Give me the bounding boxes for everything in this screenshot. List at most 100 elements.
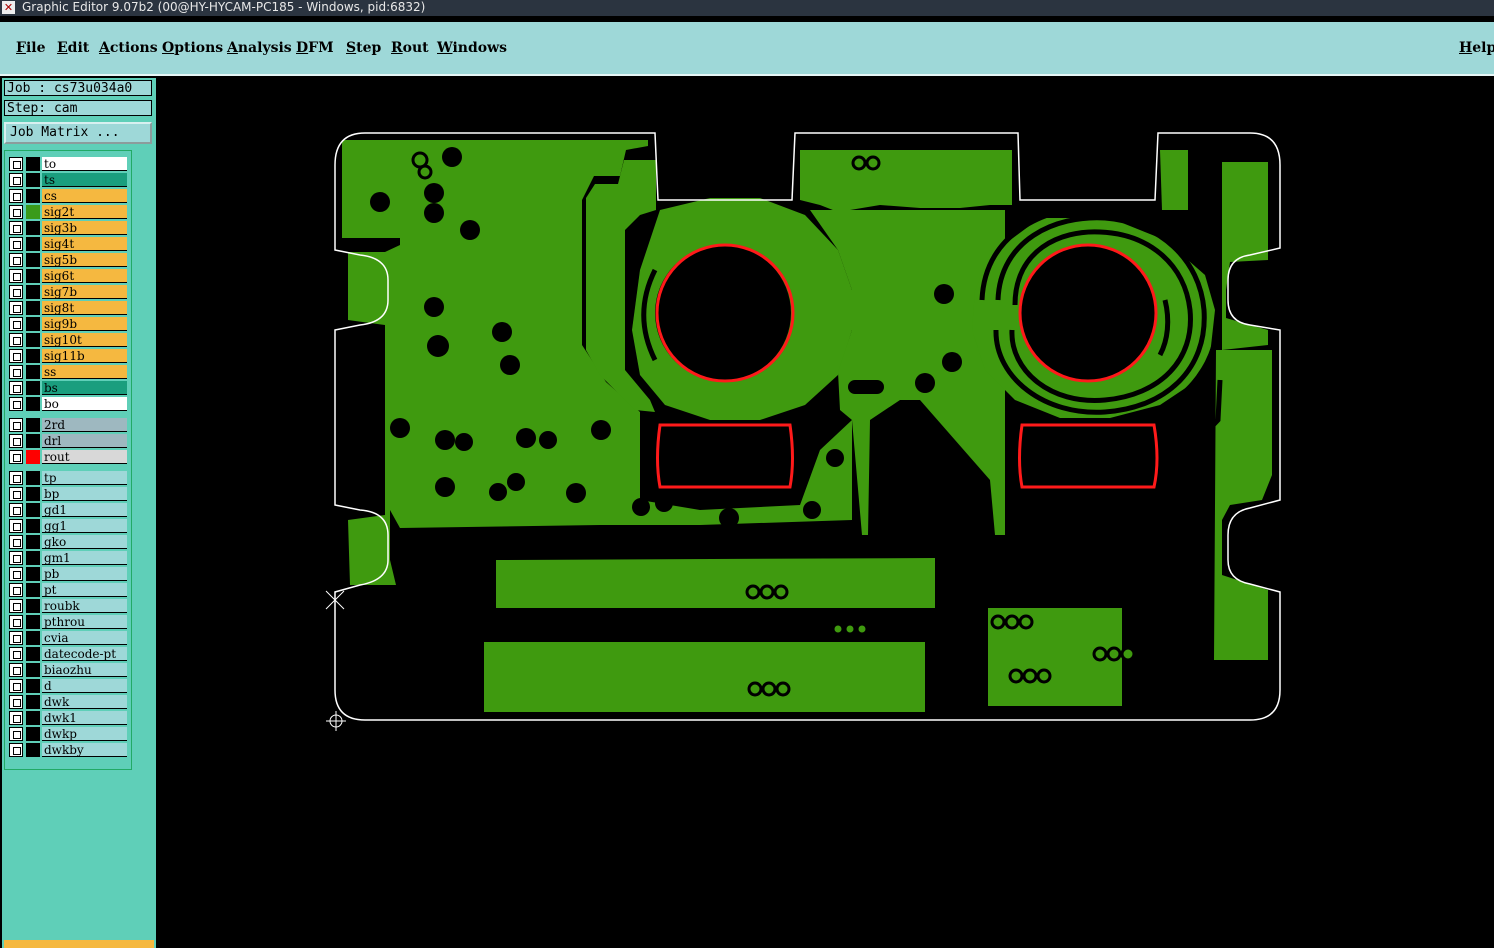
app-close-icon[interactable]: ✕	[2, 1, 15, 14]
layer-color-swatch[interactable]	[26, 679, 40, 693]
layer-row[interactable]: sig7b	[9, 285, 127, 299]
layer-name[interactable]: pb	[42, 567, 127, 581]
layer-color-swatch[interactable]	[26, 567, 40, 581]
layer-checkbox[interactable]	[9, 397, 23, 411]
layer-row[interactable]: pt	[9, 583, 127, 597]
layer-name[interactable]: gko	[42, 535, 127, 549]
layer-row[interactable]: ts	[9, 173, 127, 187]
layer-name[interactable]: ts	[42, 173, 127, 187]
layer-row[interactable]: dwkp	[9, 727, 127, 741]
layer-checkbox[interactable]	[9, 551, 23, 565]
layer-color-swatch[interactable]	[26, 349, 40, 363]
layer-checkbox[interactable]	[9, 583, 23, 597]
layer-color-swatch[interactable]	[26, 631, 40, 645]
menu-edit[interactable]: Edit	[57, 40, 89, 56]
layer-checkbox[interactable]	[9, 333, 23, 347]
layer-color-swatch[interactable]	[26, 221, 40, 235]
layer-name[interactable]: sig7b	[42, 285, 127, 299]
layer-checkbox[interactable]	[9, 727, 23, 741]
layer-color-swatch[interactable]	[26, 695, 40, 709]
menu-actions[interactable]: Actions	[99, 40, 158, 56]
layer-name[interactable]: bs	[42, 381, 127, 395]
layer-checkbox[interactable]	[9, 221, 23, 235]
layer-checkbox[interactable]	[9, 711, 23, 725]
layer-name[interactable]: ss	[42, 365, 127, 379]
layer-name[interactable]: gd1	[42, 503, 127, 517]
menu-help[interactable]: Help	[1459, 40, 1494, 56]
layer-row[interactable]: cs	[9, 189, 127, 203]
layer-checkbox[interactable]	[9, 349, 23, 363]
layer-row[interactable]: gd1	[9, 503, 127, 517]
layer-row[interactable]: sig8t	[9, 301, 127, 315]
layer-row[interactable]: sig4t	[9, 237, 127, 251]
layer-row[interactable]: sig9b	[9, 317, 127, 331]
layer-name[interactable]: dwk1	[42, 711, 127, 725]
layer-name[interactable]: sig10t	[42, 333, 127, 347]
layer-color-swatch[interactable]	[26, 253, 40, 267]
layer-checkbox[interactable]	[9, 317, 23, 331]
layer-name[interactable]: pthrou	[42, 615, 127, 629]
layer-row[interactable]: sig6t	[9, 269, 127, 283]
layer-color-swatch[interactable]	[26, 647, 40, 661]
layer-checkbox[interactable]	[9, 418, 23, 432]
layer-checkbox[interactable]	[9, 535, 23, 549]
layer-color-swatch[interactable]	[26, 503, 40, 517]
layer-color-swatch[interactable]	[26, 205, 40, 219]
layer-color-swatch[interactable]	[26, 471, 40, 485]
layer-color-swatch[interactable]	[26, 743, 40, 757]
layer-name[interactable]: sig2t	[42, 205, 127, 219]
layer-checkbox[interactable]	[9, 567, 23, 581]
graphic-canvas[interactable]	[156, 78, 1494, 948]
layer-row[interactable]: gm1	[9, 551, 127, 565]
layer-name[interactable]: sig5b	[42, 253, 127, 267]
layer-row[interactable]: rout	[9, 450, 127, 464]
layer-row[interactable]: 2rd	[9, 418, 127, 432]
menu-rout[interactable]: Rout	[391, 40, 429, 56]
layer-checkbox[interactable]	[9, 599, 23, 613]
layer-name[interactable]: sig11b	[42, 349, 127, 363]
layer-color-swatch[interactable]	[26, 599, 40, 613]
layer-checkbox[interactable]	[9, 450, 23, 464]
layer-color-swatch[interactable]	[26, 269, 40, 283]
layer-checkbox[interactable]	[9, 253, 23, 267]
layer-name[interactable]: gg1	[42, 519, 127, 533]
job-matrix-button[interactable]: Job Matrix ...	[4, 122, 152, 144]
layer-name[interactable]: sig6t	[42, 269, 127, 283]
layer-color-swatch[interactable]	[26, 189, 40, 203]
layer-color-swatch[interactable]	[26, 333, 40, 347]
layer-checkbox[interactable]	[9, 695, 23, 709]
layer-name[interactable]: datecode-pt	[42, 647, 127, 661]
layer-checkbox[interactable]	[9, 663, 23, 677]
layer-color-swatch[interactable]	[26, 317, 40, 331]
layer-checkbox[interactable]	[9, 434, 23, 448]
layer-checkbox[interactable]	[9, 743, 23, 757]
layer-checkbox[interactable]	[9, 679, 23, 693]
layer-name[interactable]: roubk	[42, 599, 127, 613]
layer-row[interactable]: sig3b	[9, 221, 127, 235]
layer-checkbox[interactable]	[9, 647, 23, 661]
layer-row[interactable]: biaozhu	[9, 663, 127, 677]
layer-checkbox[interactable]	[9, 301, 23, 315]
layer-color-swatch[interactable]	[26, 157, 40, 171]
layer-name[interactable]: sig9b	[42, 317, 127, 331]
layer-checkbox[interactable]	[9, 237, 23, 251]
menu-windows[interactable]: Windows	[437, 40, 507, 56]
layer-checkbox[interactable]	[9, 205, 23, 219]
layer-color-swatch[interactable]	[26, 434, 40, 448]
layer-row[interactable]: sig10t	[9, 333, 127, 347]
layer-color-swatch[interactable]	[26, 237, 40, 251]
layer-row[interactable]: roubk	[9, 599, 127, 613]
layer-checkbox[interactable]	[9, 269, 23, 283]
layer-color-swatch[interactable]	[26, 487, 40, 501]
layer-row[interactable]: dwkby	[9, 743, 127, 757]
menu-step[interactable]: Step	[346, 40, 381, 56]
layer-color-swatch[interactable]	[26, 365, 40, 379]
layer-checkbox[interactable]	[9, 519, 23, 533]
layer-row[interactable]: sig2t	[9, 205, 127, 219]
layer-name[interactable]: pt	[42, 583, 127, 597]
layer-name[interactable]: bp	[42, 487, 127, 501]
layer-color-swatch[interactable]	[26, 663, 40, 677]
layer-name[interactable]: dwk	[42, 695, 127, 709]
layer-checkbox[interactable]	[9, 471, 23, 485]
layer-color-swatch[interactable]	[26, 397, 40, 411]
